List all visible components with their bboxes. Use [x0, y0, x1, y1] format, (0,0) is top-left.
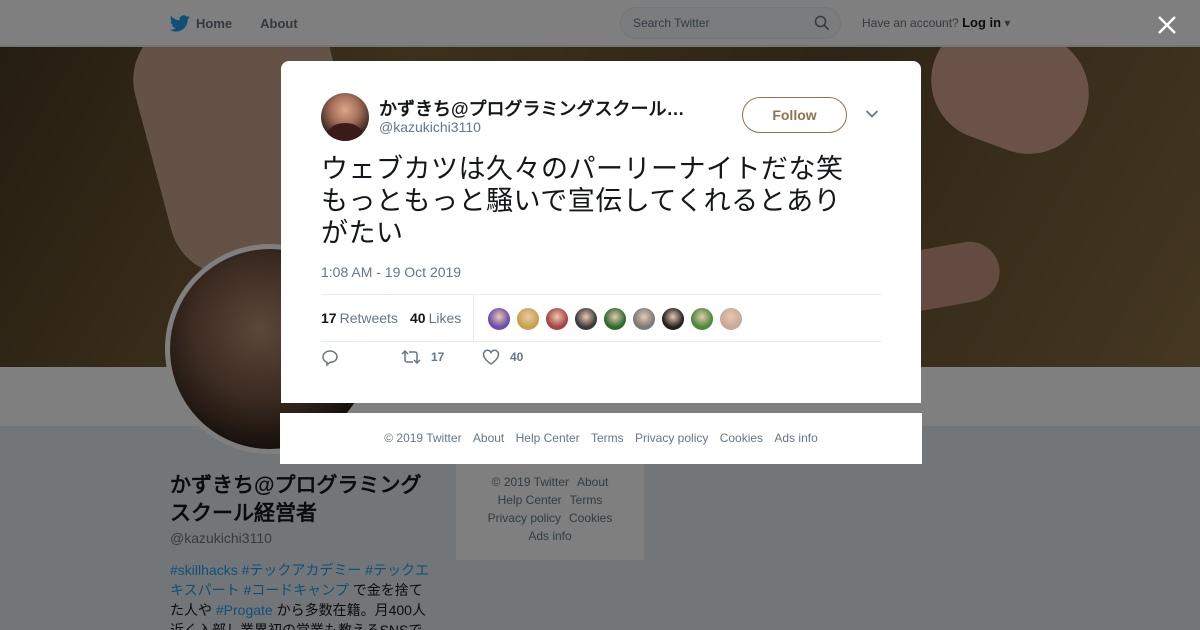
chevron-down-icon[interactable] — [865, 109, 879, 119]
tweet-text-line: もっともっと騒いで宣伝してくれるとあり — [321, 186, 842, 216]
heart-icon — [482, 349, 500, 365]
retweets-stat[interactable]: 17 Retweets — [321, 310, 398, 326]
retweets-label: Retweets — [339, 310, 398, 326]
retweet-button[interactable]: 17 — [401, 349, 444, 365]
stats-divider — [473, 295, 474, 342]
like-action-count: 40 — [510, 350, 524, 364]
tweet-stats: 17 Retweets 40 Likes — [321, 294, 881, 342]
close-icon[interactable] — [1156, 14, 1178, 36]
likes-stat[interactable]: 40 Likes — [410, 310, 461, 326]
footer-copyright: © 2019 Twitter — [384, 431, 462, 445]
footer-terms-link[interactable]: Terms — [591, 431, 624, 445]
reply-icon — [322, 350, 338, 367]
tweet-timestamp[interactable]: 1:08 AM - 19 Oct 2019 — [321, 264, 461, 280]
liker-avatar[interactable] — [516, 307, 540, 331]
liker-avatar[interactable] — [690, 307, 714, 331]
tweet-text: ウェブカツは久々のパーリーナイトだな笑 もっともっと騒いで宣伝してくれるとあり … — [321, 153, 881, 249]
likes-label: Likes — [428, 310, 462, 326]
avatar-shirt — [327, 123, 363, 141]
tweet-text-line: がたい — [321, 218, 404, 248]
liker-avatar[interactable] — [487, 307, 511, 331]
retweet-action-count: 17 — [431, 350, 445, 364]
footer-ads-link[interactable]: Ads info — [774, 431, 817, 445]
retweet-icon — [401, 349, 421, 365]
liker-avatar[interactable] — [661, 307, 685, 331]
modal-footer: © 2019 Twitter About Help Center Terms P… — [280, 413, 922, 464]
liker-avatars — [487, 307, 748, 331]
like-button[interactable]: 40 — [482, 349, 523, 365]
liker-avatar[interactable] — [574, 307, 598, 331]
liker-avatar[interactable] — [545, 307, 569, 331]
retweets-count: 17 — [321, 310, 337, 326]
footer-help-link[interactable]: Help Center — [516, 431, 580, 445]
author-display-name[interactable]: かずきち@プログラミングスクール… — [379, 95, 699, 121]
footer-privacy-link[interactable]: Privacy policy — [635, 431, 708, 445]
author-screen-name[interactable]: @kazukichi3110 — [379, 119, 481, 135]
liker-avatar[interactable] — [632, 307, 656, 331]
tweet-text-line: ウェブカツは久々のパーリーナイトだな笑 — [321, 154, 844, 184]
footer-about-link[interactable]: About — [473, 431, 504, 445]
tweet-modal: かずきち@プログラミングスクール… @kazukichi3110 Follow … — [281, 61, 921, 403]
footer-cookies-link[interactable]: Cookies — [720, 431, 763, 445]
reply-button[interactable] — [321, 349, 349, 367]
likes-count: 40 — [410, 310, 426, 326]
liker-avatar[interactable] — [603, 307, 627, 331]
liker-avatar[interactable] — [719, 307, 743, 331]
author-avatar[interactable] — [321, 93, 369, 141]
follow-button[interactable]: Follow — [742, 97, 847, 133]
